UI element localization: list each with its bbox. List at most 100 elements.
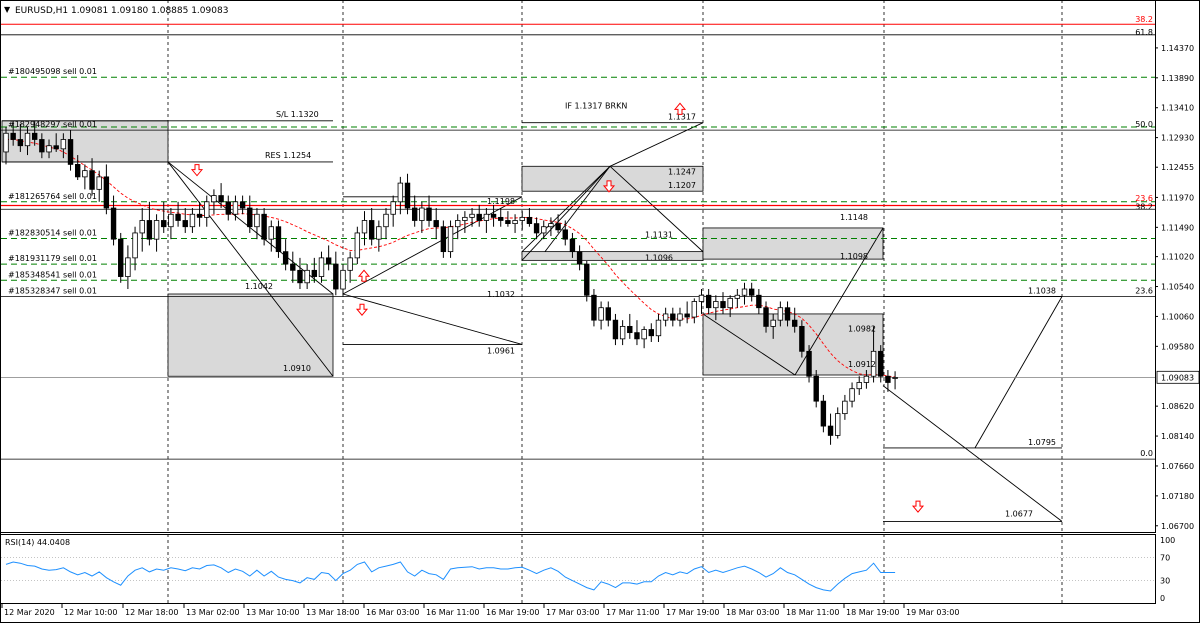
candle-body bbox=[533, 223, 540, 234]
candle-body bbox=[146, 220, 153, 240]
time-tick-label: 17 Mar 03:00 bbox=[546, 608, 599, 617]
candle-body bbox=[784, 307, 791, 321]
candle-body bbox=[548, 223, 554, 228]
candle-body bbox=[770, 319, 776, 327]
rsi-axis-label: 0 bbox=[1160, 594, 1165, 603]
candle-body bbox=[641, 329, 647, 340]
candle-body bbox=[325, 257, 332, 265]
candle-body bbox=[347, 257, 353, 271]
candle-body bbox=[820, 400, 827, 427]
candle-body bbox=[96, 176, 102, 190]
candle-body bbox=[411, 207, 418, 221]
time-tick-label: 12 Mar 10:00 bbox=[64, 608, 117, 617]
price-annotation-p-0910: 1.0910 bbox=[283, 364, 311, 373]
symbol-dropdown-icon[interactable]: ▼ bbox=[4, 5, 11, 14]
candle-body bbox=[849, 388, 855, 402]
candle-body bbox=[390, 201, 396, 215]
price-tick-label: 1.07660 bbox=[1161, 462, 1194, 471]
candle-body bbox=[368, 220, 375, 240]
order-label: #180495098 sell 0.01 bbox=[8, 67, 97, 76]
candle-body bbox=[282, 251, 289, 265]
price-annotation-sl: S/L 1.1320 bbox=[276, 110, 319, 119]
candle-body bbox=[691, 301, 698, 318]
candle-body bbox=[182, 220, 188, 228]
range-box-mid-lower bbox=[521, 251, 704, 261]
order-label: #185328347 sell 0.01 bbox=[8, 286, 97, 295]
price-tick-label: 1.10540 bbox=[1161, 283, 1194, 292]
price-tick-label: 1.11020 bbox=[1161, 253, 1194, 262]
candle-body bbox=[885, 375, 891, 383]
candle-body bbox=[490, 213, 497, 218]
rsi-label: RSI(14) 44.0408 bbox=[5, 538, 70, 547]
candle-body bbox=[677, 313, 683, 321]
candle-body bbox=[211, 195, 217, 203]
price-annotation-p-1207: 1.1207 bbox=[668, 181, 696, 190]
price-tick-label: 1.08140 bbox=[1161, 432, 1194, 441]
candle-body bbox=[376, 226, 382, 240]
candle-body bbox=[125, 257, 131, 277]
candle-body bbox=[462, 216, 468, 221]
candle-body bbox=[756, 294, 762, 309]
candle-body bbox=[734, 294, 741, 299]
candle-body bbox=[469, 213, 475, 218]
candle-body bbox=[304, 269, 310, 284]
chart-title: EURUSD,H1 1.09081 1.09180 1.08885 1.0908… bbox=[15, 6, 228, 16]
price-tick-label: 1.12930 bbox=[1161, 134, 1194, 143]
candle-body bbox=[455, 220, 461, 228]
time-tick-label: 13 Mar 02:00 bbox=[186, 608, 239, 617]
candle-body bbox=[763, 307, 769, 327]
candle-body bbox=[684, 313, 690, 318]
chart-canvas[interactable]: #180495098 sell 0.01 #181265764 sell 0.01… bbox=[0, 0, 1200, 623]
candle-body bbox=[290, 263, 296, 271]
candle-body bbox=[892, 377, 898, 379]
candle-body bbox=[605, 307, 611, 321]
candle-body bbox=[813, 375, 819, 402]
candle-body bbox=[232, 201, 239, 215]
candle-body bbox=[856, 382, 862, 390]
candle-body bbox=[175, 213, 181, 221]
price-annotation-p-1098: 1.1098 bbox=[840, 252, 868, 261]
candle-body bbox=[541, 226, 547, 234]
candle-body bbox=[168, 213, 174, 228]
price-annotation-p-1148: 1.1148 bbox=[840, 213, 868, 222]
time-tick-label: 17 Mar 19:00 bbox=[666, 608, 719, 617]
candle-body bbox=[153, 220, 160, 240]
time-tick-label: 13 Mar 10:00 bbox=[246, 608, 299, 617]
fib-level-fib-382: 38.2 bbox=[1135, 15, 1153, 24]
candle-body bbox=[132, 232, 138, 259]
candle-body bbox=[361, 220, 368, 234]
candle-body bbox=[204, 201, 210, 218]
price-annotation-overlap-left: #182948297 sell 0.01 bbox=[8, 120, 97, 129]
candle-body bbox=[741, 288, 748, 296]
candle-body bbox=[297, 269, 303, 284]
candle-body bbox=[161, 220, 167, 228]
time-tick-label: 12 Mar 2020 bbox=[4, 608, 55, 617]
candle-body bbox=[60, 139, 67, 150]
fib-level-fib-618: 61.8 bbox=[1135, 28, 1153, 37]
candle-body bbox=[612, 319, 619, 340]
candle-body bbox=[318, 257, 325, 277]
candle-body bbox=[619, 325, 626, 340]
price-annotation-if-brkn: IF 1.1317 BRKN bbox=[565, 102, 627, 111]
candle-body bbox=[118, 238, 124, 277]
candle-body bbox=[705, 294, 712, 309]
candle-body bbox=[268, 226, 274, 240]
candle-body bbox=[648, 329, 654, 337]
candle-body bbox=[748, 288, 755, 296]
price-annotation-p-1131: 1.1131 bbox=[645, 231, 673, 240]
price-annotation-p-1032: 1.1032 bbox=[487, 290, 515, 299]
order-label: #181265764 sell 0.01 bbox=[8, 192, 97, 201]
price-annotation-p-0912: 1.0912 bbox=[848, 360, 876, 369]
candle-body bbox=[139, 220, 145, 234]
price-annotation-p-1042: 1.1042 bbox=[245, 282, 273, 291]
price-annotation-p-1038: 1.1038 bbox=[1028, 286, 1056, 295]
candle-body bbox=[189, 213, 196, 228]
rsi-axis-label: 100 bbox=[1160, 536, 1175, 545]
time-tick-label: 16 Mar 11:00 bbox=[426, 608, 479, 617]
price-annotation-p-1247: 1.1247 bbox=[668, 167, 696, 176]
price-annotation-p-0677: 1.0677 bbox=[1005, 509, 1033, 518]
candle-body bbox=[433, 220, 439, 228]
price-tick-label: 1.09580 bbox=[1161, 342, 1194, 351]
candle-body bbox=[340, 269, 346, 290]
candle-body bbox=[75, 164, 81, 178]
